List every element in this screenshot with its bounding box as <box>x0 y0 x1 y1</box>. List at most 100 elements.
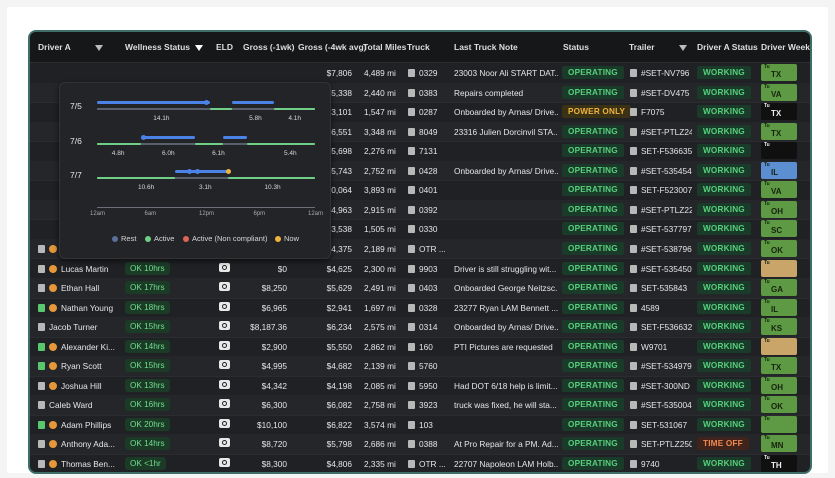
truck-status-badge[interactable]: OPERATING <box>562 202 624 216</box>
document-icon[interactable] <box>630 225 637 234</box>
driver-week-day[interactable]: Tu MN <box>761 435 797 453</box>
truck-number[interactable]: 0401 <box>419 185 437 195</box>
wellness-status-badge[interactable]: OK 15hrs <box>125 359 170 373</box>
document-icon[interactable] <box>38 460 45 468</box>
document-icon[interactable] <box>38 323 45 332</box>
trailer-number[interactable]: SET-531067 <box>641 420 687 430</box>
document-icon[interactable] <box>38 264 45 273</box>
trailer-number[interactable]: #SET-534979 <box>641 361 692 371</box>
truck-cell[interactable]: 0392 <box>408 205 452 215</box>
driver-status-badge[interactable]: WORKING <box>697 202 751 216</box>
truck-cell[interactable]: 0388 <box>408 439 452 449</box>
driver-week-day[interactable]: Tu OK <box>761 396 797 414</box>
wellness-status-badge[interactable]: OK 20hrs <box>125 417 170 431</box>
driver-name-cell[interactable]: Jacob Turner <box>38 322 123 332</box>
trailer-number[interactable]: #SET-PTLZ220 <box>641 205 692 215</box>
camera-icon[interactable] <box>219 418 230 428</box>
driver-status-badge[interactable]: WORKING <box>697 105 751 119</box>
driver-week-day[interactable]: Tu IL <box>761 161 797 179</box>
document-icon[interactable] <box>408 88 415 97</box>
trailer-cell[interactable]: #SET-535004 <box>630 400 692 410</box>
document-icon[interactable] <box>630 244 637 253</box>
trailer-number[interactable]: #SET-535450 <box>641 264 692 274</box>
document-icon[interactable] <box>630 362 637 371</box>
truck-status-badge[interactable]: OPERATING <box>562 417 624 431</box>
truck-cell[interactable]: 7131 <box>408 146 452 156</box>
last-truck-note[interactable]: 23277 Ryan LAM Bennett ... <box>454 303 558 313</box>
truck-cell[interactable]: 5950 <box>408 381 452 391</box>
trailer-number[interactable]: F7075 <box>641 107 665 117</box>
truck-number[interactable]: 0287 <box>419 107 437 117</box>
truck-number[interactable]: 0428 <box>419 166 437 176</box>
driver-status-badge[interactable]: WORKING <box>697 398 751 412</box>
document-icon[interactable] <box>408 460 415 468</box>
document-icon[interactable] <box>408 440 415 449</box>
document-icon[interactable] <box>630 284 637 293</box>
driver-status-badge[interactable]: WORKING <box>697 85 751 99</box>
last-truck-note[interactable]: 22707 Napoleon LAM Holb... <box>454 459 558 469</box>
truck-cell[interactable]: 0287 <box>408 107 452 117</box>
trailer-cell[interactable]: F7075 <box>630 107 692 117</box>
driver-status-badge[interactable]: WORKING <box>697 457 751 470</box>
driver-status-badge[interactable]: WORKING <box>697 241 751 255</box>
trailer-number[interactable]: #SET-300ND <box>641 381 690 391</box>
document-icon[interactable] <box>630 460 637 468</box>
truck-status-badge[interactable]: OPERATING <box>562 85 624 99</box>
driver-status-badge[interactable]: WORKING <box>697 66 751 79</box>
wellness-status-badge[interactable]: OK 10hrs <box>125 261 170 275</box>
column-header[interactable]: Last Truck Note <box>454 42 518 52</box>
driver-status-badge[interactable]: WORKING <box>697 281 751 295</box>
trailer-number[interactable]: #SET-535454 <box>641 166 692 176</box>
truck-status-badge[interactable]: OPERATING <box>562 378 624 392</box>
driver-name[interactable]: Joshua Hill <box>61 381 102 391</box>
column-header[interactable]: Total Miles <box>363 42 406 52</box>
column-header[interactable]: Gross (-1wk) <box>243 42 295 52</box>
wellness-status-badge[interactable]: OK 18hrs <box>125 300 170 314</box>
driver-status-badge[interactable]: WORKING <box>697 163 751 177</box>
filter-icon[interactable] <box>195 44 204 51</box>
document-icon[interactable] <box>630 420 637 429</box>
truck-number[interactable]: 0392 <box>419 205 437 215</box>
truck-cell[interactable]: 0401 <box>408 185 452 195</box>
truck-cell[interactable]: 9903 <box>408 264 452 274</box>
table-row[interactable]: Ethan Hall OK 17hrs $8,250 $5,629 2,491 mi 04… <box>30 278 810 299</box>
camera-icon[interactable] <box>219 360 230 370</box>
truck-number[interactable]: 3923 <box>419 400 437 410</box>
trailer-cell[interactable]: SET-F536635 <box>630 146 692 156</box>
truck-status-badge[interactable]: OPERATING <box>562 183 624 197</box>
truck-number[interactable]: 160 <box>419 342 433 352</box>
driver-week-day[interactable]: Tu TX <box>761 64 797 81</box>
trailer-cell[interactable]: #SET-PTLZ220 <box>630 205 692 215</box>
driver-name[interactable]: Jacob Turner <box>49 322 97 332</box>
trailer-cell[interactable]: #SET-537797 <box>630 224 692 234</box>
truck-status-badge[interactable]: OPERATING <box>562 359 624 373</box>
document-icon[interactable] <box>630 69 637 77</box>
document-icon[interactable] <box>38 401 45 410</box>
column-header[interactable]: Status <box>563 42 589 52</box>
document-icon[interactable] <box>630 264 637 273</box>
table-row[interactable]: Adam Phillips OK 20hrs $10,100 $6,822 3,574 … <box>30 415 810 436</box>
truck-cell[interactable]: OTR ... <box>408 244 452 254</box>
trailer-cell[interactable]: SET-531067 <box>630 420 692 430</box>
document-icon[interactable] <box>38 420 45 429</box>
driver-name[interactable]: Ethan Hall <box>61 283 99 293</box>
truck-number[interactable]: 0314 <box>419 322 437 332</box>
truck-cell[interactable]: 0428 <box>408 166 452 176</box>
document-icon[interactable] <box>408 342 415 351</box>
trailer-number[interactable]: #SET-538796 <box>641 244 692 254</box>
driver-week-day[interactable]: Tu SC <box>761 220 797 238</box>
driver-week-day[interactable]: Tu OH <box>761 376 797 394</box>
driver-status-badge[interactable]: WORKING <box>697 124 751 138</box>
document-icon[interactable] <box>630 401 637 410</box>
table-row[interactable]: Jacob Turner OK 15hrs $8,187.36 $6,234 2,575… <box>30 317 810 338</box>
document-icon[interactable] <box>630 186 637 195</box>
wellness-status-badge[interactable]: OK 14hrs <box>125 339 170 353</box>
truck-number[interactable]: OTR ... <box>419 459 446 469</box>
truck-number[interactable]: 0383 <box>419 88 437 98</box>
trailer-number[interactable]: SET-F5230075 <box>641 185 692 195</box>
truck-cell[interactable]: 0328 <box>408 303 452 313</box>
last-truck-note[interactable]: Onboarded George Neitzsc... <box>454 283 558 293</box>
column-header[interactable]: Driver A Status <box>697 42 758 52</box>
document-icon[interactable] <box>408 186 415 195</box>
truck-number[interactable]: 0403 <box>419 283 437 293</box>
